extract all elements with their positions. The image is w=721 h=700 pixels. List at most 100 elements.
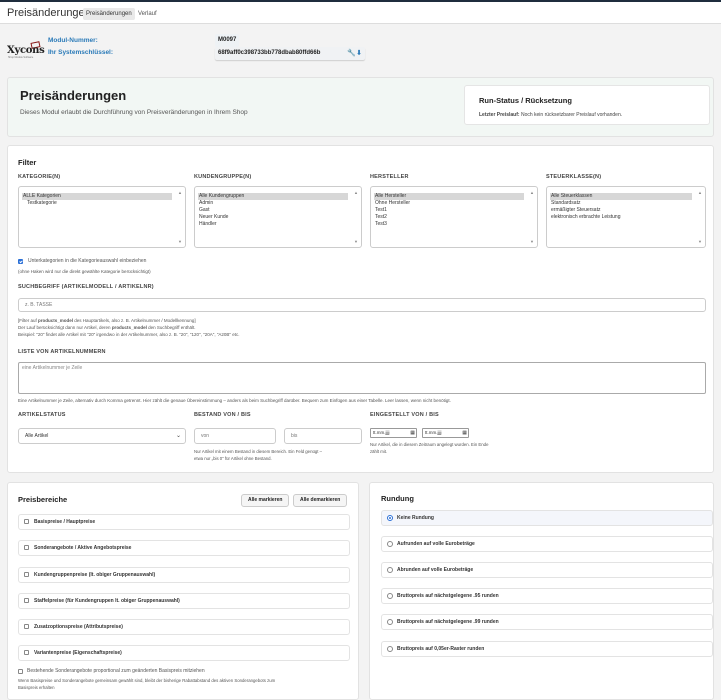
rundung-option[interactable]: Bruttopreis auf 0,05er-Raster runden bbox=[381, 641, 713, 657]
wrench-icon[interactable]: 🔧 bbox=[347, 50, 356, 57]
search-input[interactable]: z. B. TASSE bbox=[18, 298, 706, 312]
preisbereich-row[interactable]: Basispreise / Hauptpreise bbox=[18, 514, 350, 530]
logo-text: Xycons bbox=[7, 45, 45, 56]
option-alle-steuerklassen[interactable]: Alle Steuerklassen bbox=[550, 193, 692, 200]
preisbereich-checkbox[interactable] bbox=[24, 598, 29, 603]
subcategory-checkbox[interactable] bbox=[18, 259, 23, 264]
eingestellt-help-1: Nur Artikel, die in diesem Zeitraum ange… bbox=[370, 442, 489, 447]
scroll-down-icon: ▼ bbox=[530, 239, 534, 244]
subcategory-hint: (ohne Haken wird nur die direkt gewählte… bbox=[18, 269, 151, 274]
option-test3[interactable]: Test3 bbox=[374, 221, 524, 228]
module-number-value: M0097 bbox=[215, 34, 240, 47]
article-list-textarea[interactable]: eine Artikelnummer je Zeile bbox=[18, 362, 706, 394]
unmark-all-button[interactable]: Alle demarkieren bbox=[293, 494, 348, 507]
scroll-down-icon: ▼ bbox=[698, 239, 702, 244]
preisbereich-checkbox[interactable] bbox=[24, 545, 29, 550]
option-alle-hersteller[interactable]: Alle Hersteller bbox=[374, 193, 524, 200]
run-status-box: Run-Status / Rücksetzung Letzter Preisla… bbox=[464, 85, 710, 125]
search-help-2: Der Lauf berücksichtigt dann nur Artikel… bbox=[18, 325, 196, 330]
xycons-logo: Xycons Shop Module Software bbox=[7, 41, 45, 59]
calendar-icon[interactable]: ▦ bbox=[410, 429, 415, 437]
top-bar: Preisänderungen Preisänderungen Verlauf bbox=[0, 0, 721, 24]
proportional-checkbox[interactable] bbox=[18, 669, 23, 674]
bestand-bis-input[interactable]: bis bbox=[284, 428, 362, 444]
rundung-option[interactable]: Bruttopreis auf nächstgelegene .99 runde… bbox=[381, 614, 713, 630]
radio-button[interactable] bbox=[387, 619, 393, 625]
rundung-title: Rundung bbox=[381, 494, 414, 503]
option-neuer-kunde[interactable]: Neuer Kunde bbox=[198, 214, 348, 221]
page-subtitle: Dieses Modul erlaubt die Durchführung vo… bbox=[20, 109, 248, 116]
tab-verlauf[interactable]: Verlauf bbox=[135, 8, 160, 20]
system-key-box: 68f9aff0c398733bb778dbab80ffd66b 🔧⬇ bbox=[215, 47, 365, 60]
preisbereich-checkbox[interactable] bbox=[24, 572, 29, 577]
option-elektronisch[interactable]: elektronisch erbrachte Leistung bbox=[550, 214, 692, 221]
preisbereich-row[interactable]: Variantenpreise (Eigenschaftspreise) bbox=[18, 645, 350, 661]
system-key-value: 68f9aff0c398733bb778dbab80ffd66b bbox=[218, 50, 321, 56]
option-admin[interactable]: Admin bbox=[198, 200, 348, 207]
bestand-help-2: etwa nur „bis 0" für Artikel ohne Bestan… bbox=[194, 456, 272, 461]
option-standardsatz[interactable]: Standardsatz bbox=[550, 200, 692, 207]
option-ohne-hersteller[interactable]: Ohne Hersteller bbox=[374, 200, 524, 207]
preisbereiche-panel: Preisbereiche Alle markieren Alle demark… bbox=[7, 482, 359, 700]
calendar-icon[interactable]: ▦ bbox=[462, 429, 467, 437]
preisbereich-row[interactable]: Zusatzoptionspreise (Attributspreise) bbox=[18, 619, 350, 635]
subcategory-label: Unterkategorien in die Kategorieauswahl … bbox=[28, 258, 147, 264]
run-status-title: Run-Status / Rücksetzung bbox=[479, 96, 572, 105]
rundung-option[interactable]: Aufrunden auf volle Eurobeträge bbox=[381, 536, 713, 552]
scrollbar[interactable]: ▲ ▼ bbox=[178, 190, 183, 244]
kategorie-select[interactable]: ALLE Kategorien Testkategorie ▲ ▼ bbox=[18, 186, 186, 248]
option-ermaessigt[interactable]: ermäßigter Steuersatz bbox=[550, 207, 692, 214]
option-alle-kundengruppen[interactable]: Alle Kundengruppen bbox=[198, 193, 348, 200]
mark-all-button[interactable]: Alle markieren bbox=[241, 494, 290, 507]
scroll-down-icon: ▼ bbox=[178, 239, 182, 244]
status-label: ARTIKELSTATUS bbox=[18, 412, 66, 418]
bestand-help-1: Nur Artikel mit einem Bestand in diesem … bbox=[194, 449, 323, 454]
rundung-panel: Rundung Keine Rundung Aufrunden auf voll… bbox=[369, 482, 714, 700]
chevron-down-icon: ⌄ bbox=[175, 433, 181, 439]
filter-panel: Filter KATEGORIE(N) ALLE Kategorien Test… bbox=[7, 145, 714, 473]
bestand-von-input[interactable]: von bbox=[194, 428, 276, 444]
preisbereich-row[interactable]: Staffelpreise (für Kundengruppen lt. obi… bbox=[18, 593, 350, 609]
option-haendler[interactable]: Händler bbox=[198, 221, 348, 228]
status-select[interactable]: Alle Artikel ⌄ bbox=[18, 428, 186, 444]
eingestellt-von-date[interactable]: tt.mm.jjjj ▦ bbox=[370, 428, 417, 438]
steuerklasse-select[interactable]: Alle Steuerklassen Standardsatz ermäßigt… bbox=[546, 186, 706, 248]
preisbereich-checkbox[interactable] bbox=[24, 650, 29, 655]
filter-title: Filter bbox=[18, 158, 37, 167]
option-test1[interactable]: Test1 bbox=[374, 207, 524, 214]
preisbereich-row[interactable]: Sonderangebote / Aktive Angebotspreise bbox=[18, 540, 350, 556]
radio-button[interactable] bbox=[387, 593, 393, 599]
scrollbar[interactable]: ▲ ▼ bbox=[530, 190, 535, 244]
eingestellt-bis-date[interactable]: tt.mm.jjjj ▦ bbox=[422, 428, 469, 438]
option-gast[interactable]: Gast bbox=[198, 207, 348, 214]
scroll-down-icon: ▼ bbox=[354, 239, 358, 244]
kundengruppe-label: KUNDENGRUPPE(N) bbox=[194, 174, 252, 180]
tab-preisaenderungen[interactable]: Preisänderungen bbox=[83, 8, 135, 20]
hersteller-select[interactable]: Alle Hersteller Ohne Hersteller Test1 Te… bbox=[370, 186, 538, 248]
scrollbar[interactable]: ▲ ▼ bbox=[698, 190, 703, 244]
rundung-option[interactable]: Bruttopreis auf nächstgelegene .95 runde… bbox=[381, 588, 713, 604]
radio-button[interactable] bbox=[387, 567, 393, 573]
radio-button[interactable] bbox=[387, 541, 393, 547]
scroll-up-icon: ▲ bbox=[354, 190, 358, 195]
logo-subtitle: Shop Module Software bbox=[8, 56, 34, 59]
option-test2[interactable]: Test2 bbox=[374, 214, 524, 221]
preisbereich-checkbox[interactable] bbox=[24, 519, 29, 524]
scroll-up-icon: ▲ bbox=[178, 190, 182, 195]
option-alle-kategorien[interactable]: ALLE Kategorien bbox=[22, 193, 172, 200]
scrollbar[interactable]: ▲ ▼ bbox=[354, 190, 359, 244]
preisbereich-checkbox[interactable] bbox=[24, 624, 29, 629]
radio-button[interactable] bbox=[387, 515, 393, 521]
kundengruppe-select[interactable]: Alle Kundengruppen Admin Gast Neuer Kund… bbox=[194, 186, 362, 248]
option-testkategorie[interactable]: Testkategorie bbox=[22, 200, 172, 207]
kategorie-label: KATEGORIE(N) bbox=[18, 174, 61, 180]
rundung-option[interactable]: Abrunden auf volle Eurobeträge bbox=[381, 562, 713, 578]
preisbereiche-title: Preisbereiche bbox=[18, 495, 68, 504]
search-help-3: Beispiel: "20" findet alle Artikel mit "… bbox=[18, 332, 240, 337]
search-label: SUCHBEGRIFF (ARTIKELMODELL / ARTIKELNR) bbox=[18, 284, 154, 290]
hero-panel: Preisänderungen Dieses Modul erlaubt die… bbox=[7, 77, 714, 137]
rundung-option[interactable]: Keine Rundung bbox=[381, 510, 713, 526]
preisbereich-row[interactable]: Kundengruppenpreise (lt. obiger Gruppena… bbox=[18, 567, 350, 583]
radio-button[interactable] bbox=[387, 646, 393, 652]
download-icon[interactable]: ⬇ bbox=[356, 50, 362, 57]
